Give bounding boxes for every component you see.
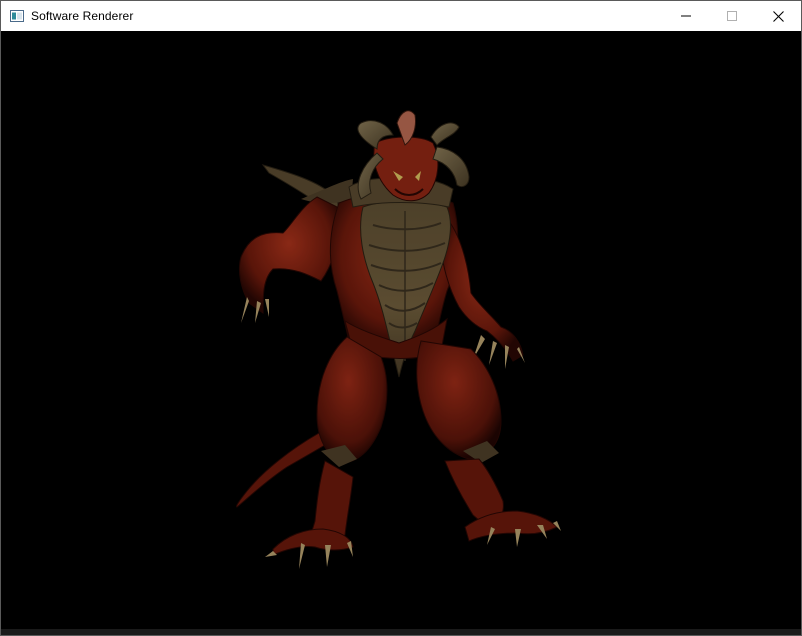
window-controls [663, 1, 801, 31]
app-window-icon [9, 8, 25, 24]
window-bottom-edge [1, 629, 801, 635]
application-window: Software Renderer [0, 0, 802, 636]
close-icon [772, 10, 784, 22]
render-viewport[interactable] [1, 31, 801, 629]
window-title: Software Renderer [31, 9, 134, 23]
maximize-button[interactable] [709, 1, 755, 31]
maximize-icon [727, 11, 737, 21]
close-button[interactable] [755, 1, 801, 31]
title-bar[interactable]: Software Renderer [1, 1, 801, 31]
minimize-icon [681, 15, 691, 17]
minimize-button[interactable] [663, 1, 709, 31]
demon-model-render [1, 31, 801, 629]
